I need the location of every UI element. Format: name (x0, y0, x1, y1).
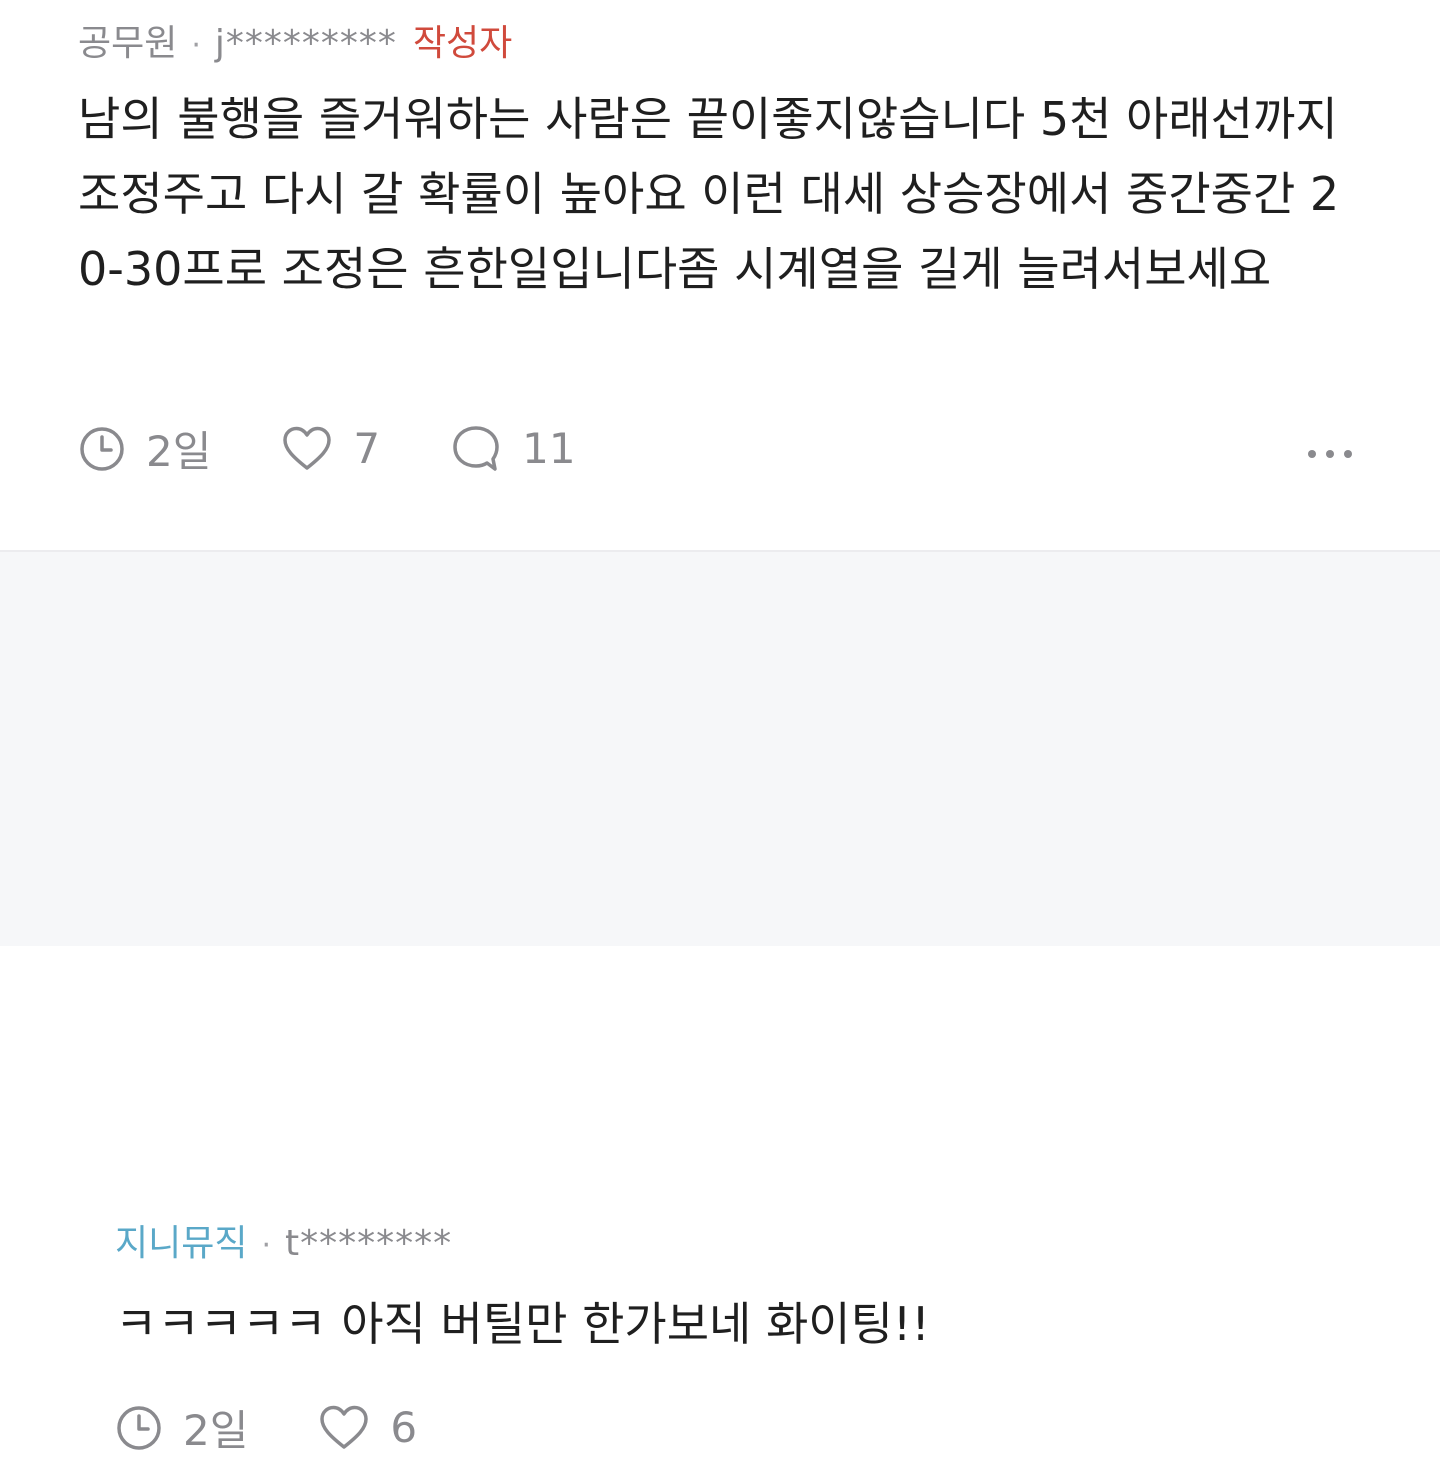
reply-button[interactable]: 11 (450, 423, 576, 475)
speech-bubble-icon[interactable] (450, 423, 502, 475)
more-dot (1308, 450, 1316, 458)
reply-count: 11 (522, 424, 576, 473)
comment-actions: 2일 7 11 (78, 418, 646, 479)
meta-separator: · (191, 28, 201, 63)
comment: 공무원 · j********* 작성자 남의 불행을 즐거워하는 사람은 끝이… (0, 0, 1440, 550)
heart-icon[interactable] (281, 425, 333, 473)
comment-text: 남의 불행을 즐거워하는 사람은 끝이좋지않습니다 5천 아래선까지 조정주고 … (78, 92, 1340, 296)
more-dot (1326, 450, 1334, 458)
like-count: 7 (353, 424, 381, 473)
more-dots-icon[interactable] (1308, 436, 1352, 472)
clock-icon (115, 1404, 163, 1452)
reply-actions: 2일 6 (115, 1397, 487, 1458)
comment-time: 2일 (78, 418, 211, 479)
reply: 지니뮤직 · t******** ㅋㅋㅋㅋㅋ 아직 버틸만 한가보네 화이팅!!… (0, 552, 1440, 1455)
heart-icon[interactable] (318, 1404, 370, 1452)
reply-meta: 지니뮤직 · t******** (115, 1214, 452, 1266)
clock-icon (78, 425, 126, 473)
reply-user-id: t******** (285, 1223, 453, 1264)
like-count: 6 (390, 1403, 418, 1452)
reply-text: ㅋㅋㅋㅋㅋ 아직 버틸만 한가보네 화이팅!! (115, 1297, 930, 1351)
author-badge: 작성자 (412, 23, 513, 64)
comment-meta: 공무원 · j********* 작성자 (78, 14, 512, 66)
like-button[interactable]: 6 (318, 1403, 417, 1452)
meta-separator: · (261, 1228, 272, 1263)
like-button[interactable]: 7 (281, 424, 380, 473)
reply-nickname[interactable]: 지니뮤직 (115, 1214, 247, 1266)
comment-user-id: j********* (214, 23, 397, 64)
reply-time: 2일 (115, 1397, 248, 1458)
more-dot (1344, 450, 1352, 458)
comment-nickname[interactable]: 공무원 (78, 14, 177, 66)
time-label: 2일 (183, 1406, 249, 1455)
time-label: 2일 (146, 427, 212, 476)
